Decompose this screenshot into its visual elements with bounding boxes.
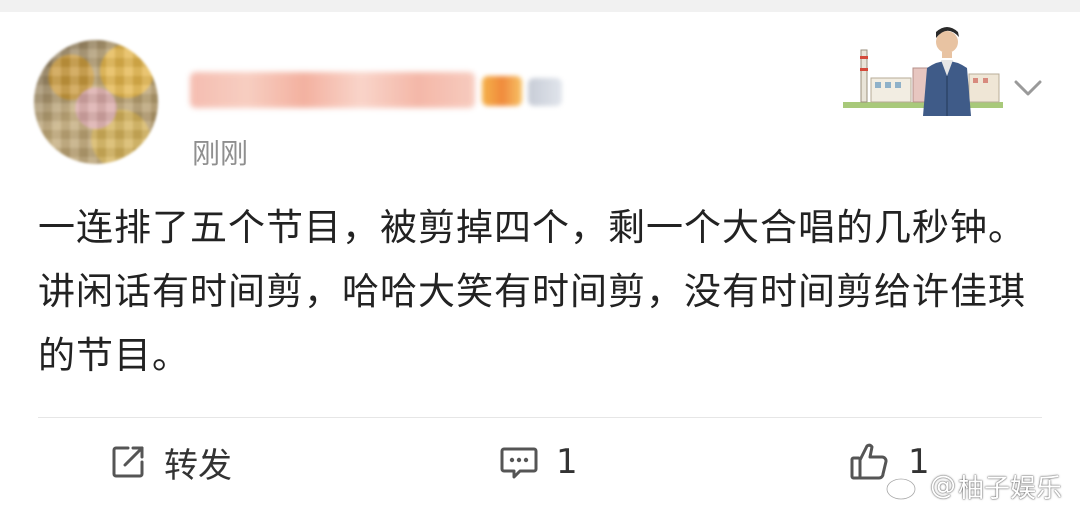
divider <box>38 417 1042 418</box>
weibo-logo-icon <box>885 473 922 501</box>
post-timestamp: 刚刚 <box>192 137 249 170</box>
top-bar <box>0 0 1080 12</box>
comment-button[interactable]: 1 <box>498 432 578 492</box>
comment-icon <box>500 447 538 479</box>
repost-button[interactable]: 转发 <box>108 432 232 492</box>
username-obscured[interactable] <box>190 72 475 108</box>
post-body-text: 一连排了五个节目，被剪掉四个，剩一个大合唱的几秒钟。讲闲话有时间剪，哈哈大笑有时… <box>38 206 1026 377</box>
watermark: @ 柚子娱乐 <box>884 466 1062 506</box>
vip-badge-obscured <box>482 76 522 106</box>
repost-label: 转发 <box>164 445 232 486</box>
level-badge-obscured <box>528 78 562 106</box>
avatar[interactable] <box>34 40 158 164</box>
watermark-text: 柚子娱乐 <box>958 473 1063 504</box>
comment-count: 1 <box>556 442 578 482</box>
card-decoration-illustration <box>843 27 1003 116</box>
weibo-post-card: 刚刚 一连排了五个节目，被剪掉四个，剩一个大合唱的几秒钟。讲闲话有时间剪，哈哈大… <box>0 12 1080 504</box>
watermark-at: @ <box>930 471 956 501</box>
repost-icon <box>112 446 144 478</box>
chevron-down-icon[interactable] <box>1008 68 1048 108</box>
